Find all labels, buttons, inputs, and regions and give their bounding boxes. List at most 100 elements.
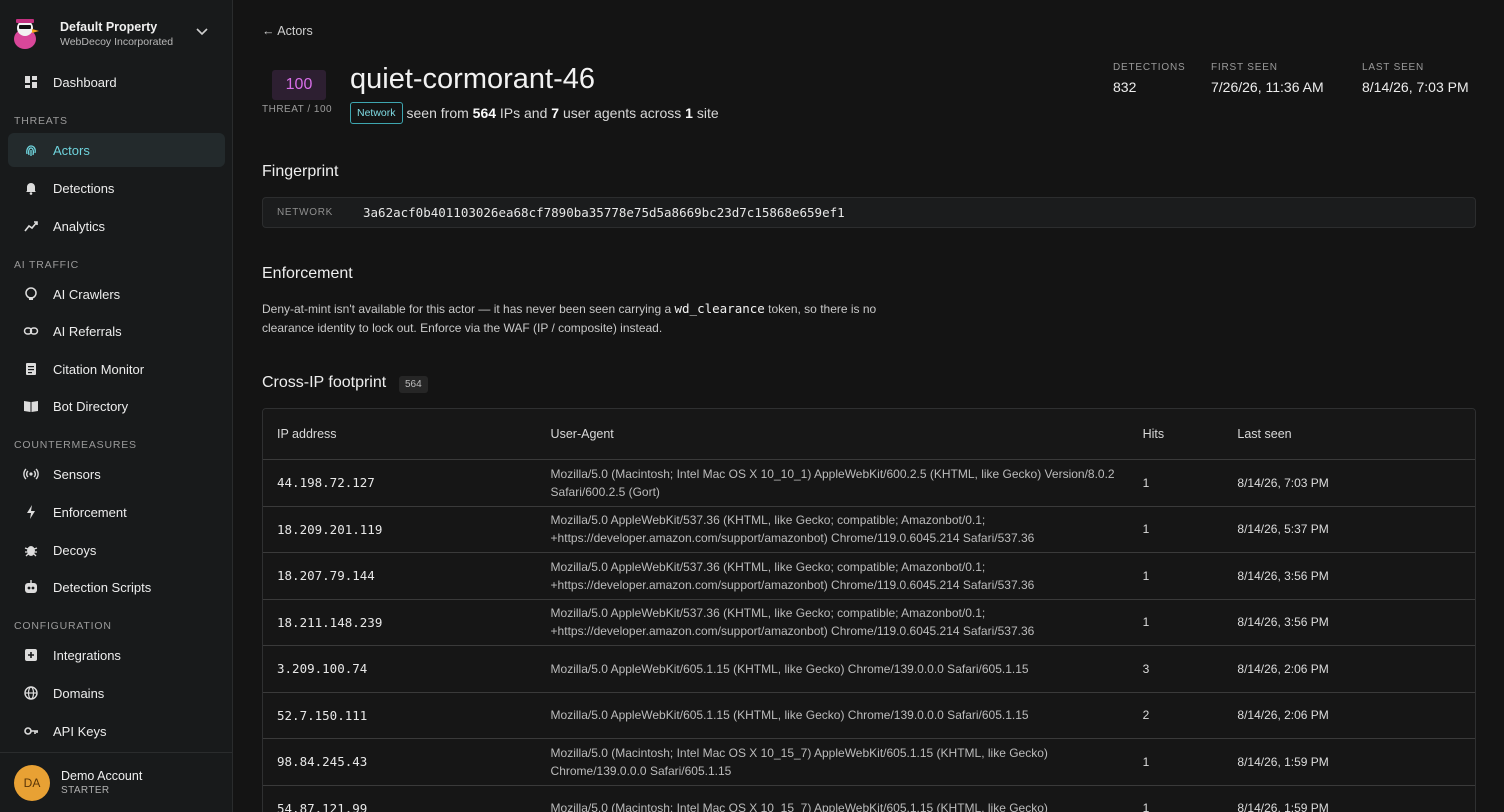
ua-count: 7 (551, 105, 560, 121)
site-count: 1 (685, 105, 693, 121)
footprint-table: IP address User-Agent Hits Last seen 44.… (262, 408, 1476, 812)
table-row[interactable]: 98.84.245.43 Mozilla/5.0 (Macintosh; Inte… (263, 739, 1475, 786)
brain-icon (22, 285, 40, 303)
fingerprint-hash[interactable]: 3a62acf0b401103026ea68cf7890ba35778e75d5… (363, 205, 845, 220)
table-row[interactable]: 44.198.72.127 Mozilla/5.0 (Macintosh; Int… (263, 460, 1475, 507)
analytics-icon (22, 217, 40, 235)
last-seen-cell: 8/14/26, 2:06 PM (1237, 708, 1329, 723)
table-row[interactable]: 18.209.201.119 Mozilla/5.0 AppleWebKit/53… (263, 507, 1475, 553)
sidebar-item-domains[interactable]: Domains (8, 676, 225, 710)
sidebar-item-label: Enforcement (53, 504, 127, 520)
stat-label: FIRST SEEN (1211, 62, 1278, 73)
ip-cell: 18.211.148.239 (277, 614, 383, 630)
ip-count: 564 (472, 105, 497, 121)
hits-cell: 3 (1142, 661, 1150, 676)
stat-last-seen: LAST SEEN 8/14/26, 7:03 PM (1362, 62, 1469, 95)
hits-cell: 1 (1142, 615, 1150, 630)
chevron-down-icon[interactable] (195, 24, 209, 38)
property-switcher[interactable]: Default Property WebDecoy Incorporated (10, 12, 215, 56)
sidebar-item-analytics[interactable]: Analytics (8, 209, 225, 243)
main-content: ← Actors 100 THREAT / 100 quiet-cormoran… (262, 0, 1476, 812)
clearance-token: wd_clearance (674, 301, 765, 316)
sidebar-item-dashboard[interactable]: Dashboard (8, 65, 225, 99)
sidebar-item-decoys[interactable]: Decoys (8, 533, 225, 567)
user-agent-cell: Mozilla/5.0 (Macintosh; Intel Mac OS X 1… (550, 745, 1048, 778)
sidebar-item-label: Detections (53, 180, 115, 196)
table-row[interactable]: 18.207.79.144 Mozilla/5.0 AppleWebKit/537… (263, 553, 1475, 600)
ip-cell: 44.198.72.127 (277, 475, 375, 491)
column-header-ip[interactable]: IP address (263, 427, 551, 441)
user-agent-cell: Mozilla/5.0 AppleWebKit/605.1.15 (KHTML,… (550, 661, 1029, 676)
link-icon (22, 322, 40, 340)
property-org: WebDecoy Incorporated (60, 36, 174, 48)
stat-label: DETECTIONS (1113, 62, 1186, 73)
footprint-count-badge: 564 (399, 376, 428, 393)
back-to-actors-link[interactable]: ← Actors (262, 24, 313, 38)
column-header-user-agent[interactable]: User-Agent (551, 425, 1143, 443)
avatar: DA (14, 764, 50, 801)
actor-summary: Network seen from 564 IPs and 7 user age… (350, 102, 719, 124)
table-row[interactable]: 18.211.148.239 Mozilla/5.0 AppleWebKit/53… (263, 600, 1475, 646)
sidebar-item-ai-crawlers[interactable]: AI Crawlers (8, 277, 225, 311)
last-seen-cell: 8/14/26, 5:37 PM (1237, 522, 1329, 537)
ip-cell: 18.209.201.119 (277, 521, 383, 537)
table-row[interactable]: 54.87.121.99 Mozilla/5.0 (Macintosh; Inte… (263, 786, 1475, 812)
column-header-last-seen[interactable]: Last seen (1237, 427, 1475, 441)
sidebar-item-label: Sensors (53, 466, 101, 482)
sidebar-item-label: AI Referrals (53, 323, 122, 339)
hits-cell: 1 (1142, 801, 1150, 812)
sidebar-item-enforcement[interactable]: Enforcement (8, 495, 225, 529)
hits-cell: 1 (1142, 754, 1150, 769)
ip-cell: 52.7.150.111 (277, 707, 368, 723)
key-icon (22, 722, 40, 740)
bug-icon (22, 541, 40, 559)
page-title: quiet-cormorant-46 (350, 63, 595, 95)
sidebar-item-label: Detection Scripts (53, 579, 152, 595)
fingerprint-icon (22, 141, 40, 159)
summary-text: IPs and (499, 105, 548, 121)
sidebar-item-bot-directory[interactable]: Bot Directory (8, 389, 225, 423)
account-menu[interactable]: DA Demo Account STARTER (0, 752, 233, 812)
sidebar-item-detections[interactable]: Detections (8, 171, 225, 205)
last-seen-cell: 8/14/26, 1:59 PM (1237, 754, 1329, 769)
table-body: 44.198.72.127 Mozilla/5.0 (Macintosh; Int… (263, 460, 1475, 812)
document-icon (22, 360, 40, 378)
sidebar-item-citation-monitor[interactable]: Citation Monitor (8, 352, 225, 386)
table-header: IP address User-Agent Hits Last seen (263, 409, 1475, 460)
table-row[interactable]: 52.7.150.111 Mozilla/5.0 AppleWebKit/605.… (263, 693, 1475, 739)
sidebar-item-label: Bot Directory (53, 398, 129, 414)
threat-score-label: THREAT / 100 (262, 104, 333, 115)
table-row[interactable]: 3.209.100.74 Mozilla/5.0 AppleWebKit/605.… (263, 646, 1475, 693)
sidebar-item-label: Actors (53, 142, 90, 158)
ip-cell: 18.207.79.144 (277, 568, 375, 584)
webdecoy-logo-icon (10, 17, 44, 51)
sidebar-item-ai-referrals[interactable]: AI Referrals (8, 314, 225, 348)
sidebar-item-label: Decoys (53, 542, 97, 558)
last-seen-cell: 8/14/26, 3:56 PM (1237, 568, 1329, 583)
robot-icon (22, 578, 40, 596)
ip-cell: 98.84.245.43 (277, 754, 368, 770)
section-countermeasures: COUNTERMEASURES (14, 439, 137, 451)
sidebar-item-label: AI Crawlers (53, 286, 121, 302)
stat-label: LAST SEEN (1362, 62, 1425, 73)
stat-value: 832 (1113, 79, 1137, 95)
hits-cell: 2 (1142, 708, 1150, 723)
last-seen-cell: 8/14/26, 7:03 PM (1237, 475, 1329, 490)
sidebar-item-detection-scripts[interactable]: Detection Scripts (8, 570, 225, 604)
network-tag: Network (350, 102, 403, 124)
sidebar-item-sensors[interactable]: Sensors (8, 457, 225, 491)
hits-cell: 1 (1142, 475, 1150, 490)
lightning-icon (22, 503, 40, 521)
stat-first-seen: FIRST SEEN 7/26/26, 11:36 AM (1211, 62, 1324, 95)
book-open-icon (22, 397, 40, 415)
sidebar-item-api-keys[interactable]: API Keys (8, 714, 225, 748)
summary-text: seen from (406, 105, 469, 121)
enforcement-heading: Enforcement (262, 265, 353, 282)
property-name: Default Property (60, 20, 158, 34)
sidebar-item-integrations[interactable]: Integrations (8, 638, 225, 672)
sidebar-item-label: Integrations (53, 647, 121, 663)
sidebar-item-actors[interactable]: Actors (8, 133, 225, 167)
sidebar-item-label: Analytics (53, 218, 106, 234)
summary-text: user agents across (562, 105, 682, 121)
column-header-hits[interactable]: Hits (1143, 427, 1238, 441)
